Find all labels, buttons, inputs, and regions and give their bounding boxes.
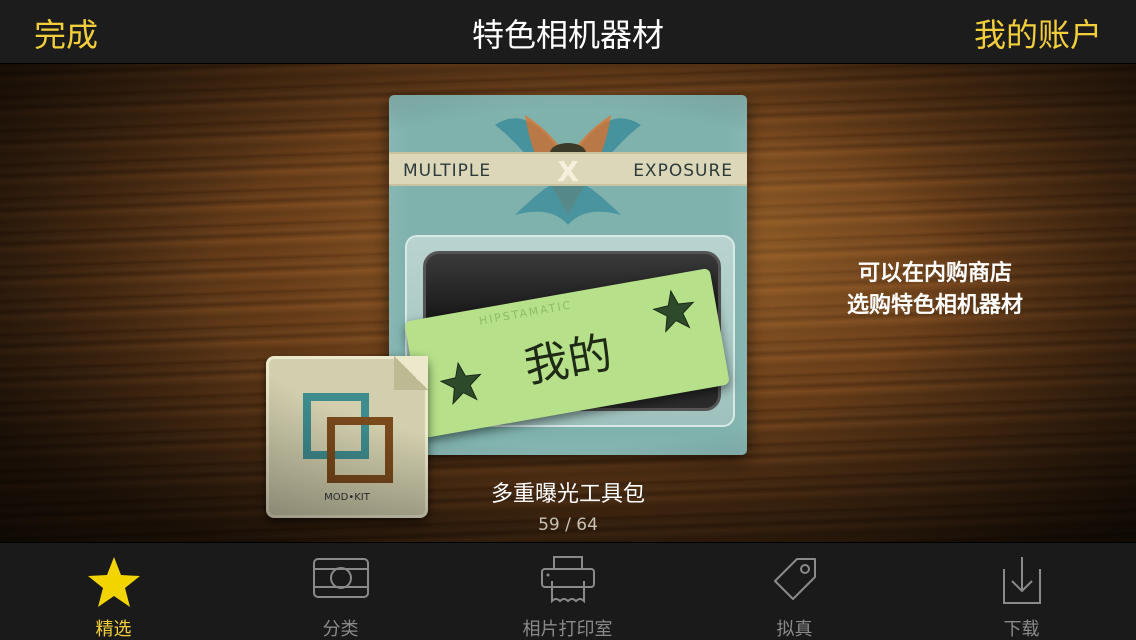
- store-hint-line-1: 可以在内购商店: [857, 261, 1012, 286]
- camera-icon: [312, 558, 369, 598]
- tab-label: 相片打印室: [522, 619, 613, 640]
- package-band-right-text: EXPOSURE: [633, 161, 733, 181]
- tab-categories[interactable]: 分类: [227, 543, 454, 640]
- tab-realism[interactable]: 拟真: [681, 543, 908, 640]
- wood-showcase: MULTIPLE EXPOSURE X 我的 HIPSTAMATIC MOD•K…: [0, 64, 1136, 542]
- tab-print-room[interactable]: 相片打印室: [454, 543, 681, 640]
- page-indicator: 59 / 64: [538, 515, 598, 535]
- page-title: 特色相机器材: [471, 16, 664, 54]
- tab-label: 精选: [95, 619, 132, 640]
- star-icon: [87, 557, 140, 607]
- store-hint-text: 可以在内购商店 选购特色相机器材: [820, 258, 1050, 322]
- tab-label: 分类: [322, 619, 359, 640]
- package-band-left-text: MULTIPLE: [403, 161, 492, 181]
- printer-icon: [540, 556, 595, 604]
- download-icon: [1002, 557, 1041, 604]
- page-curl: [394, 356, 428, 390]
- tab-bar: 精选 分类 相片打印室 拟真 下载: [0, 542, 1136, 640]
- package-emblem-letter: X: [557, 155, 579, 188]
- tab-label: 拟真: [776, 619, 813, 640]
- top-navigation-bar: 完成 特色相机器材 我的账户: [0, 0, 1136, 64]
- tab-featured[interactable]: 精选: [0, 543, 227, 640]
- tag-icon: [773, 558, 816, 600]
- modkit-square-brown: [327, 417, 393, 483]
- my-account-button[interactable]: 我的账户: [974, 10, 1102, 56]
- item-name: 多重曝光工具包: [490, 482, 645, 507]
- tab-label: 下载: [1003, 619, 1040, 640]
- store-hint-line-2: 选购特色相机器材: [846, 293, 1023, 318]
- tab-downloads[interactable]: 下载: [908, 543, 1135, 640]
